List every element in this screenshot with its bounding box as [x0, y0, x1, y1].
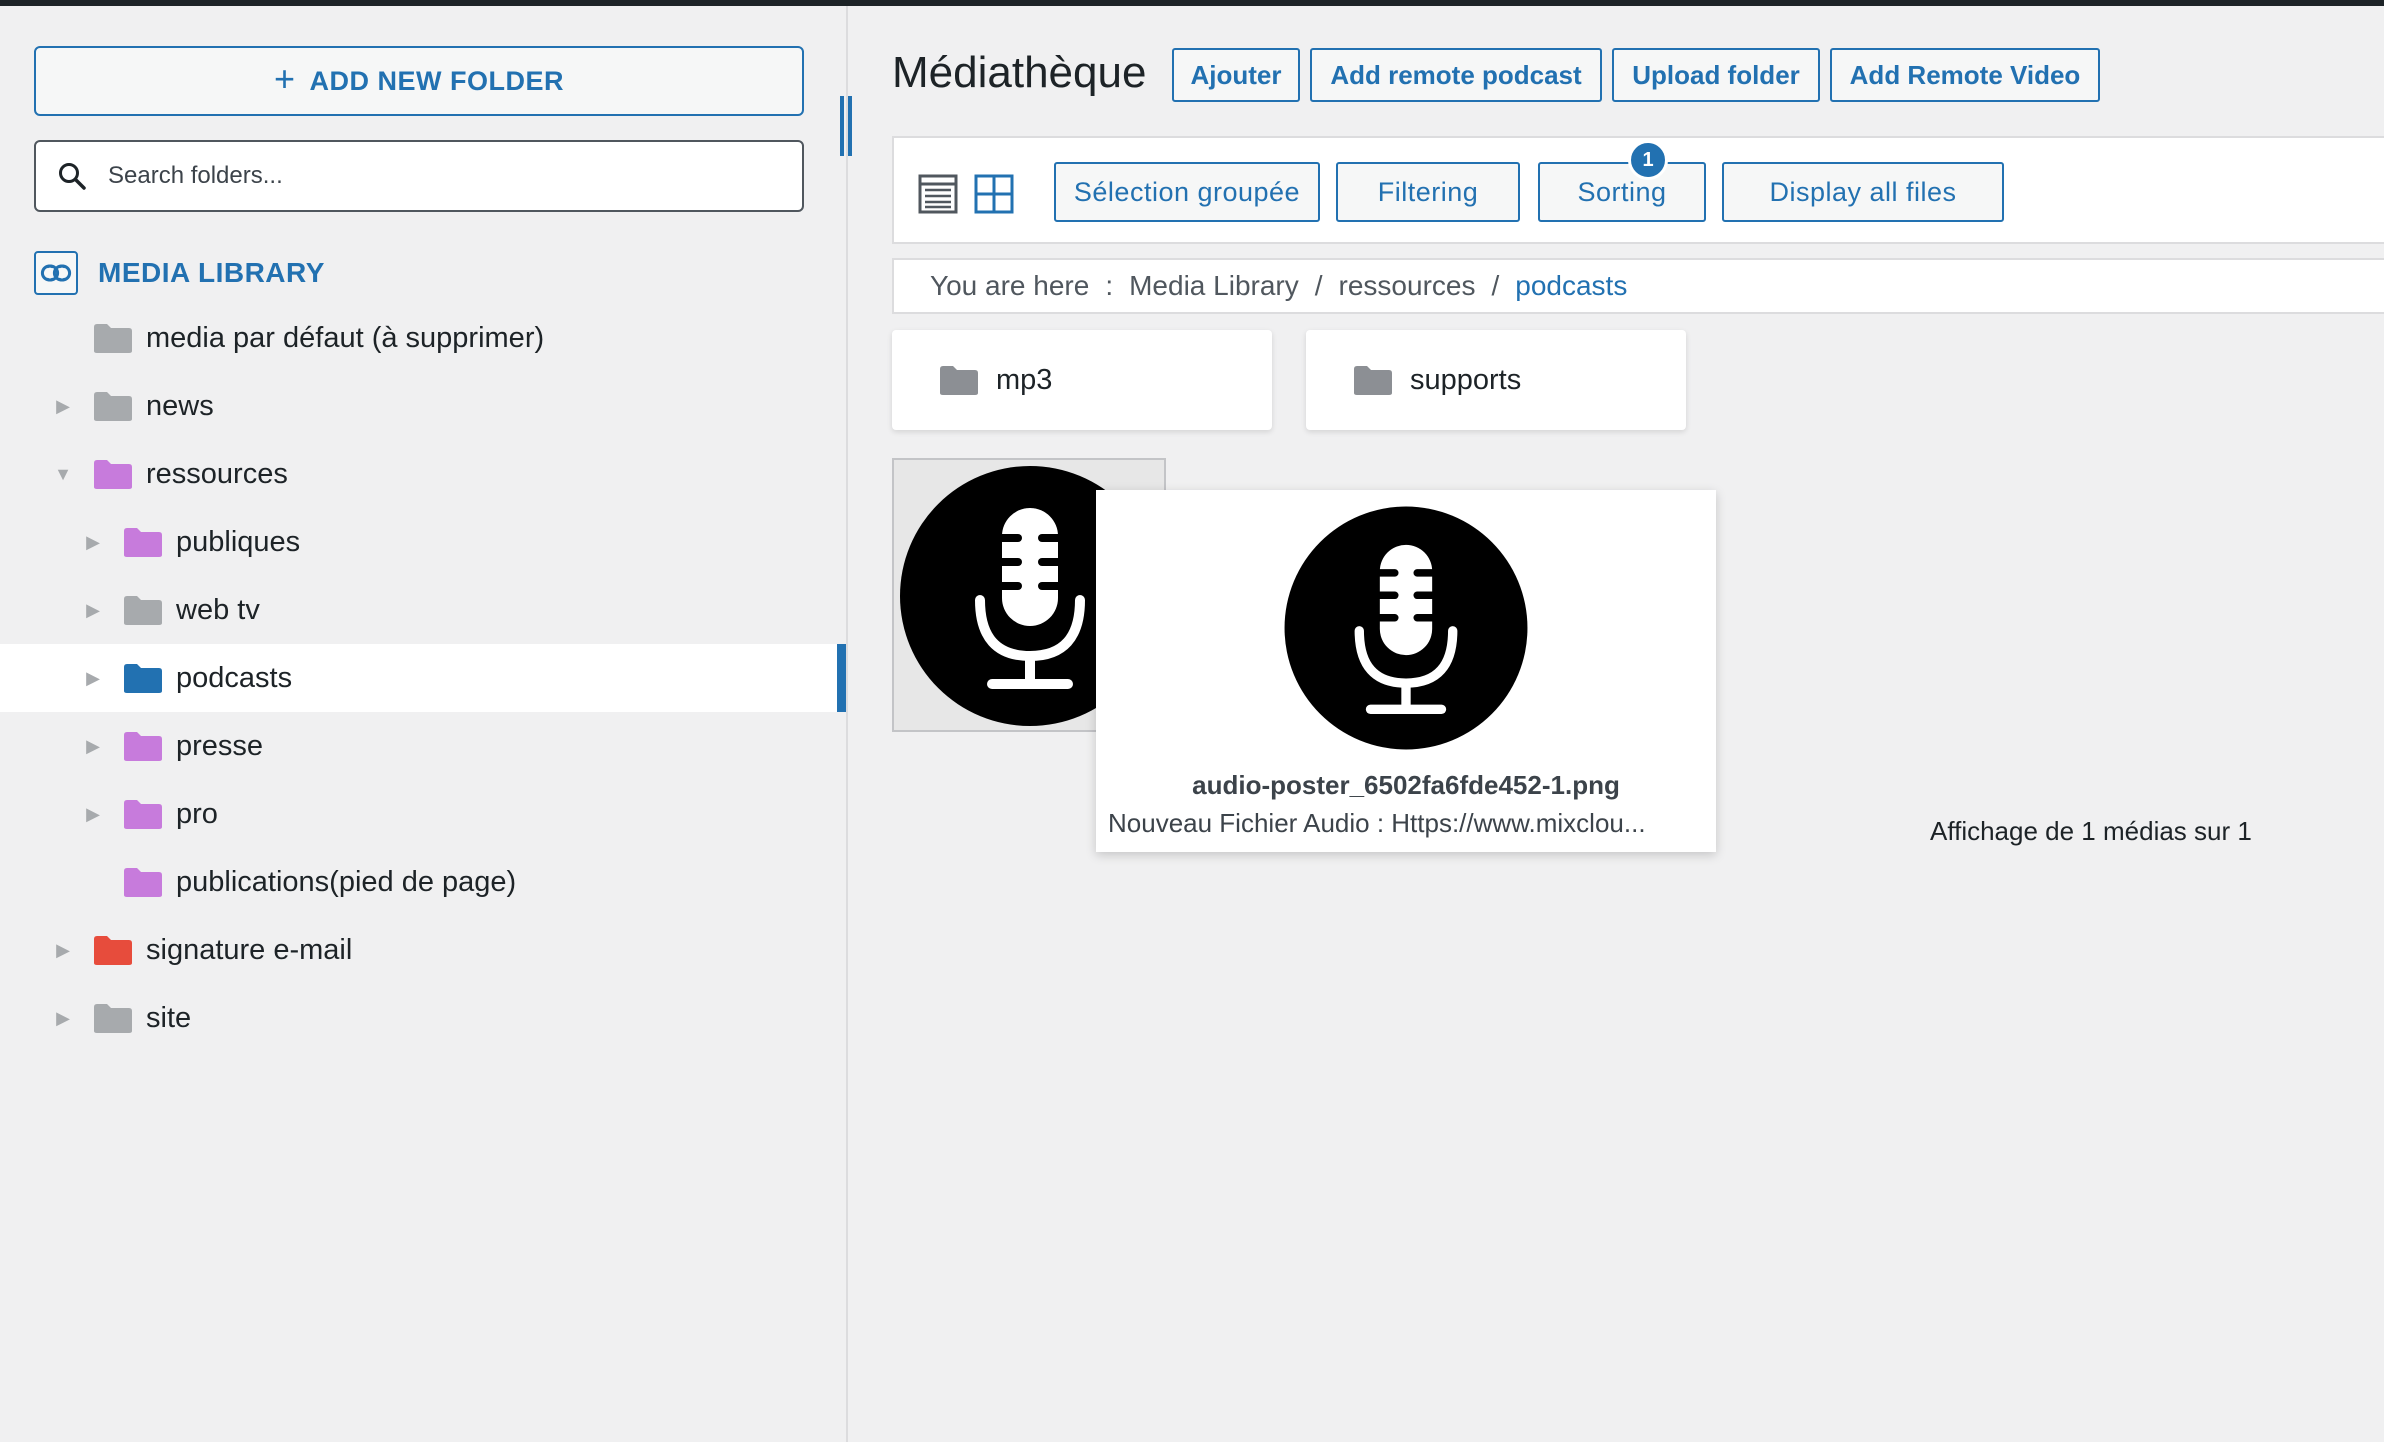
- ajouter-button[interactable]: Ajouter: [1172, 48, 1300, 102]
- folder-item-media-par-d-faut-supprimer[interactable]: ▶media par défaut (à supprimer): [0, 304, 846, 372]
- search-icon: [59, 163, 86, 190]
- folder-label: presse: [176, 729, 264, 762]
- bulk-select-button[interactable]: Sélection groupée: [1054, 162, 1320, 222]
- folder-icon: [94, 460, 132, 489]
- microphone-icon: [1284, 506, 1528, 750]
- search-folders-input[interactable]: [106, 161, 750, 191]
- folder-tree: ▶media par défaut (à supprimer)▶news▼res…: [0, 304, 846, 1052]
- folder-search[interactable]: [34, 140, 804, 212]
- caret-right-icon[interactable]: ▶: [48, 396, 78, 417]
- caret-down-icon[interactable]: ▼: [48, 464, 78, 485]
- folder-label: ressources: [146, 457, 288, 490]
- folder-label: web tv: [176, 593, 260, 626]
- media-count: Affichage de 1 médias sur 1: [1930, 816, 2252, 846]
- breadcrumb-podcasts[interactable]: podcasts: [1515, 270, 1627, 302]
- caret-right-icon[interactable]: ▶: [48, 940, 78, 961]
- breadcrumb-ressources[interactable]: ressources: [1339, 270, 1476, 302]
- folder-icon: [94, 392, 132, 421]
- folder-label: media par défaut (à supprimer): [146, 321, 545, 354]
- media-library-title: MEDIA LIBRARY: [98, 257, 325, 288]
- subfolder-label: supports: [1410, 363, 1522, 396]
- subfolder-supports[interactable]: supports: [1306, 330, 1686, 430]
- folder-label: pro: [176, 797, 218, 830]
- breadcrumb-prefix: You are here: [930, 270, 1090, 301]
- breadcrumb-media-library[interactable]: Media Library: [1129, 270, 1299, 302]
- filtering-button[interactable]: Filtering: [1336, 162, 1520, 222]
- folder-icon: [94, 936, 132, 965]
- breadcrumb-colon: :: [1105, 270, 1114, 301]
- caret-right-icon[interactable]: ▶: [78, 668, 108, 689]
- breadcrumb: You are here : Media Library / ressource…: [892, 258, 2384, 314]
- folder-item-publiques[interactable]: ▶ publiques: [0, 508, 846, 576]
- add-remote-podcast-button[interactable]: Add remote podcast: [1310, 48, 1602, 102]
- folder-label: publications(pied de page): [176, 865, 517, 898]
- folder-icon: [124, 868, 162, 897]
- folder-label: publiques: [176, 525, 301, 558]
- folder-item-site[interactable]: ▶ site: [0, 984, 846, 1052]
- folder-icon: [1354, 366, 1392, 395]
- media-library-logo-icon: [34, 251, 78, 295]
- list-view-icon[interactable]: [918, 174, 958, 214]
- folder-label: site: [146, 1001, 192, 1034]
- folder-icon: [124, 528, 162, 557]
- subfolder-mp3[interactable]: mp3: [892, 330, 1272, 430]
- media-description: Nouveau Fichier Audio : Https://www.mixc…: [1108, 808, 1646, 838]
- folder-item-signature-e-mail[interactable]: ▶ signature e-mail: [0, 916, 846, 984]
- grid-view-icon[interactable]: [974, 174, 1014, 214]
- folder-label: podcasts: [176, 661, 293, 694]
- add-new-folder-button[interactable]: + ADD NEW FOLDER: [34, 46, 804, 116]
- display-all-files-button[interactable]: Display all files: [1722, 162, 2004, 222]
- sorting-count-badge: 1: [1628, 140, 1668, 180]
- folder-sidebar: + ADD NEW FOLDER MEDIA LIBRARY ▶media pa…: [0, 6, 846, 1442]
- folder-icon: [94, 1004, 132, 1033]
- breadcrumb-separator: /: [1314, 270, 1323, 301]
- upload-folder-button[interactable]: Upload folder: [1612, 48, 1820, 102]
- plus-icon: +: [273, 58, 296, 99]
- breadcrumb-separator: /: [1491, 270, 1500, 301]
- add-remote-video-button[interactable]: Add Remote Video: [1830, 48, 2100, 102]
- media-preview-popup[interactable]: audio-poster_6502fa6fde452-1.png Nouveau…: [1096, 490, 1716, 852]
- folder-icon: [94, 324, 132, 353]
- caret-right-icon[interactable]: ▶: [48, 1008, 78, 1029]
- folder-label: news: [146, 389, 214, 422]
- folder-item-podcasts[interactable]: ▶ podcasts: [0, 644, 846, 712]
- folder-icon: [124, 732, 162, 761]
- media-library-root[interactable]: MEDIA LIBRARY: [34, 250, 325, 296]
- sorting-button[interactable]: Sorting: [1538, 162, 1706, 222]
- caret-right-icon[interactable]: ▶: [78, 804, 108, 825]
- folder-icon: [124, 664, 162, 693]
- caret-right-icon[interactable]: ▶: [78, 736, 108, 757]
- folder-item-news[interactable]: ▶ news: [0, 372, 846, 440]
- add-new-folder-label: ADD NEW FOLDER: [309, 65, 564, 96]
- folder-icon: [124, 800, 162, 829]
- folder-icon: [940, 366, 978, 395]
- folder-icon: [124, 596, 162, 625]
- page-title: Médiathèque: [892, 48, 1147, 97]
- folder-item-publications-pied-de-page[interactable]: ▶publications(pied de page): [0, 848, 846, 916]
- folder-item-presse[interactable]: ▶ presse: [0, 712, 846, 780]
- main-content: Médiathèque Ajouter Add remote podcast U…: [848, 6, 2384, 1442]
- folder-label: signature e-mail: [146, 933, 353, 966]
- media-filename: audio-poster_6502fa6fde452-1.png: [1192, 770, 1620, 800]
- folder-item-ressources[interactable]: ▼ ressources: [0, 440, 846, 508]
- folder-item-pro[interactable]: ▶ pro: [0, 780, 846, 848]
- caret-right-icon[interactable]: ▶: [78, 532, 108, 553]
- caret-right-icon[interactable]: ▶: [78, 600, 108, 621]
- folder-item-web-tv[interactable]: ▶ web tv: [0, 576, 846, 644]
- subfolder-label: mp3: [996, 363, 1053, 396]
